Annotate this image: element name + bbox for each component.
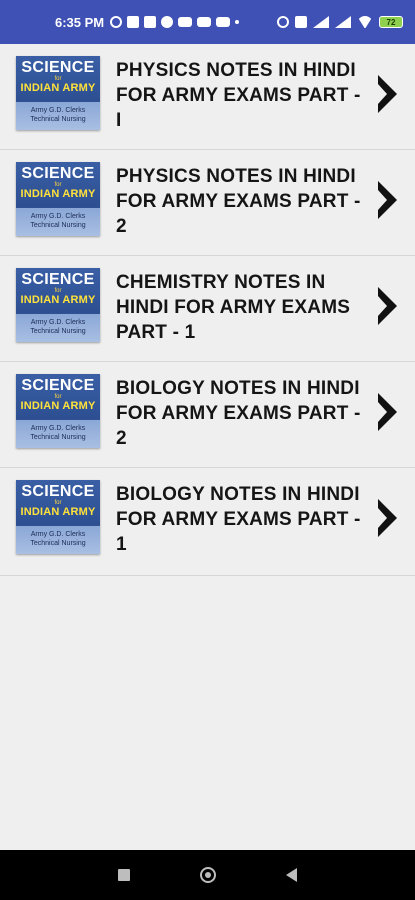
recents-square-icon[interactable] [118, 869, 130, 881]
cover-line-1: Army G.D. Clerks [30, 213, 86, 220]
dot-icon [235, 20, 240, 24]
book-cover-thumbnail: SCIENCE for INDIAN ARMY Army G.D. Clerks… [16, 374, 100, 448]
youtube-icon [178, 17, 193, 27]
cover-title: SCIENCE [21, 271, 95, 288]
book-cover-thumbnail: SCIENCE for INDIAN ARMY Army G.D. Clerks… [16, 56, 100, 130]
cover-line-1: Army G.D. Clerks [30, 107, 86, 114]
notification-icon [144, 16, 157, 28]
list-item-title: BIOLOGY NOTES IN HINDI FOR ARMY EXAMS PA… [116, 378, 361, 449]
cover-subtitle: INDIAN ARMY [20, 188, 96, 200]
home-circle-icon[interactable] [200, 867, 216, 883]
status-system-icons: 72 [277, 16, 403, 28]
book-cover-thumbnail: SCIENCE for INDIAN ARMY Army G.D. Clerks… [16, 480, 100, 554]
list-item[interactable]: SCIENCE for INDIAN ARMY Army G.D. Clerks… [0, 362, 415, 468]
list-item[interactable]: SCIENCE for INDIAN ARMY Army G.D. Clerks… [0, 44, 415, 150]
chevron-right-icon [378, 499, 397, 537]
chevron-right-icon [378, 287, 397, 325]
cover-line-2: Technical Nursing [30, 328, 86, 335]
battery-level: 72 [386, 17, 396, 27]
list-item[interactable]: SCIENCE for INDIAN ARMY Army G.D. Clerks… [0, 150, 415, 256]
cover-line-2: Technical Nursing [30, 116, 86, 123]
youtube-icon [197, 17, 212, 27]
list-item[interactable]: SCIENCE for INDIAN ARMY Army G.D. Clerks… [0, 468, 415, 576]
cover-line-1: Army G.D. Clerks [30, 319, 86, 326]
list-item-title: PHYSICS NOTES IN HINDI FOR ARMY EXAMS PA… [116, 166, 361, 237]
back-triangle-icon[interactable] [286, 868, 297, 882]
cover-title: SCIENCE [21, 165, 95, 182]
notes-list: SCIENCE for INDIAN ARMY Army G.D. Clerks… [0, 44, 415, 576]
status-bar: 6:35 PM 72 [0, 0, 415, 44]
book-cover-thumbnail: SCIENCE for INDIAN ARMY Army G.D. Clerks… [16, 268, 100, 342]
book-cover-thumbnail: SCIENCE for INDIAN ARMY Army G.D. Clerks… [16, 162, 100, 236]
status-time: 6:35 PM [55, 14, 105, 30]
volte-icon [295, 16, 307, 28]
cover-line-2: Technical Nursing [30, 540, 86, 547]
gear-icon [110, 16, 123, 28]
chevron-right-icon [378, 75, 397, 113]
chevron-right-icon [378, 181, 397, 219]
signal-icon [313, 16, 329, 28]
cover-line-1: Army G.D. Clerks [30, 425, 86, 432]
cover-title: SCIENCE [21, 483, 95, 500]
list-item-title: PHYSICS NOTES IN HINDI FOR ARMY EXAMS PA… [116, 60, 361, 131]
notification-icon [127, 16, 140, 28]
list-item-title: BIOLOGY NOTES IN HINDI FOR ARMY EXAMS PA… [116, 484, 361, 555]
signal-icon [335, 16, 351, 28]
youtube-icon [216, 17, 231, 27]
list-item[interactable]: SCIENCE for INDIAN ARMY Army G.D. Clerks… [0, 256, 415, 362]
wifi-icon [357, 16, 373, 28]
cover-strip: Army G.D. Clerks Technical Nursing [16, 526, 100, 554]
cover-line-2: Technical Nursing [30, 222, 86, 229]
cover-subtitle: INDIAN ARMY [20, 400, 96, 412]
cover-line-1: Army G.D. Clerks [30, 531, 86, 538]
cover-subtitle: INDIAN ARMY [20, 294, 96, 306]
cover-title: SCIENCE [21, 377, 95, 394]
cover-strip: Army G.D. Clerks Technical Nursing [16, 420, 100, 448]
cover-subtitle: INDIAN ARMY [20, 82, 96, 94]
facebook-icon [161, 16, 174, 28]
cover-strip: Army G.D. Clerks Technical Nursing [16, 314, 100, 342]
status-notification-icons [110, 16, 240, 28]
cover-strip: Army G.D. Clerks Technical Nursing [16, 208, 100, 236]
cover-title: SCIENCE [21, 59, 95, 76]
cover-line-2: Technical Nursing [30, 434, 86, 441]
alarm-icon [277, 16, 289, 28]
chevron-right-icon [378, 393, 397, 431]
battery-icon: 72 [379, 16, 403, 28]
list-item-title: CHEMISTRY NOTES IN HINDI FOR ARMY EXAMS … [116, 272, 351, 343]
cover-strip: Army G.D. Clerks Technical Nursing [16, 102, 100, 130]
cover-subtitle: INDIAN ARMY [20, 506, 96, 518]
navigation-bar [0, 850, 415, 900]
